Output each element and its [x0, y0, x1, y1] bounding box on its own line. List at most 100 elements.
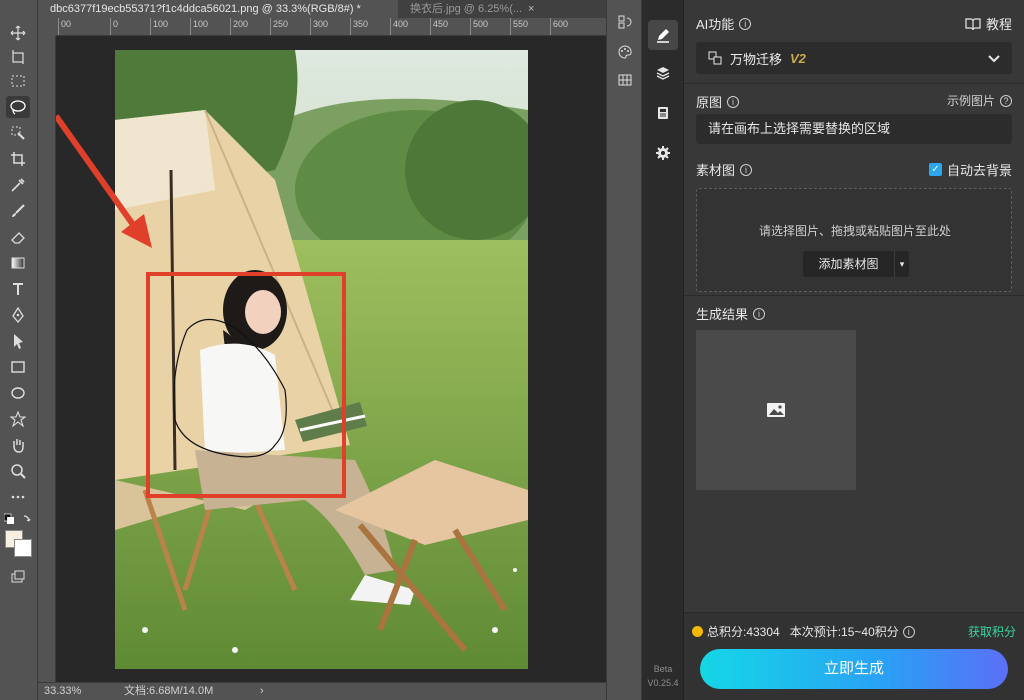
original-header: 原图 i: [696, 92, 740, 111]
type-tool-icon[interactable]: [6, 278, 30, 300]
version-label: V0.25.4: [647, 678, 679, 688]
estimated-cost: 本次预计:15~40积分: [789, 625, 899, 639]
material-drop-zone[interactable]: 请选择图片、拖拽或粘贴图片至此处 添加素材图 ▾: [696, 188, 1012, 292]
info-icon[interactable]: i: [902, 625, 915, 638]
canvas-area[interactable]: [56, 36, 600, 682]
zoom-level[interactable]: 33.33%: [44, 683, 81, 700]
ruler-tick: 250: [270, 18, 288, 35]
document-tabs: dbc6377f19ecb55371?f1c4ddca56021.png @ 3…: [38, 0, 606, 18]
ruler-tick: 500: [470, 18, 488, 35]
photoshop-window: dbc6377f19ecb55371?f1c4ddca56021.png @ 3…: [0, 0, 1024, 700]
gradient-tool-icon[interactable]: [6, 252, 30, 274]
eyedropper-tool-icon[interactable]: [6, 174, 30, 196]
ruler-tick: 600: [550, 18, 568, 35]
tools-panel: [0, 0, 38, 700]
help-icon[interactable]: ?: [1000, 94, 1012, 107]
move-tool-icon[interactable]: [6, 22, 30, 44]
selected-function: 万物迁移: [730, 51, 783, 67]
settings-gear-icon[interactable]: [648, 138, 678, 168]
auto-remove-bg-toggle[interactable]: ✓ 自动去背景: [928, 160, 1012, 179]
info-icon[interactable]: i: [753, 307, 766, 320]
quick-select-tool-icon[interactable]: [6, 122, 30, 144]
crop-tool-icon[interactable]: [6, 148, 30, 170]
ruler-tick: 100: [190, 18, 208, 35]
chevron-down-icon: [988, 51, 1000, 66]
tab-document-1[interactable]: dbc6377f19ecb55371?f1c4ddca56021.png @ 3…: [38, 0, 398, 18]
marquee-tool-icon[interactable]: [6, 70, 30, 92]
version-badge: V2: [790, 50, 806, 66]
screen-mode-icon[interactable]: [6, 566, 30, 588]
color-palette-icon[interactable]: [615, 42, 635, 62]
close-tab-icon[interactable]: ×: [528, 0, 534, 18]
material-label: 素材图: [696, 163, 736, 178]
selection-field[interactable]: 请在画布上选择需要替换的区域: [696, 114, 1012, 144]
get-points-link[interactable]: 获取积分: [968, 623, 1016, 640]
ai-function-header: AI功能 i: [696, 14, 752, 33]
info-icon[interactable]: i: [727, 95, 740, 108]
ruler-tick: 00: [58, 18, 71, 35]
ruler-tick: 200: [230, 18, 248, 35]
eraser-tool-icon[interactable]: [6, 226, 30, 248]
artboard-tool-icon[interactable]: [6, 46, 30, 68]
ellipse-tool-icon[interactable]: [6, 382, 30, 404]
coin-icon: [692, 626, 703, 637]
result-preview[interactable]: [696, 330, 856, 490]
status-bar: 33.33% 文档:6.68M/14.0M ›: [38, 682, 606, 700]
tutorial-link[interactable]: 教程: [965, 14, 1012, 33]
brush-tool-icon[interactable]: [6, 200, 30, 222]
tutorial-label: 教程: [985, 17, 1012, 32]
custom-shape-tool-icon[interactable]: [6, 408, 30, 430]
color-swatches[interactable]: [5, 530, 33, 558]
add-material-button[interactable]: 添加素材图 ▾: [803, 251, 909, 277]
path-select-tool-icon[interactable]: [6, 330, 30, 352]
swap-colors-icon[interactable]: [3, 512, 34, 526]
total-points: 总积分:43304: [707, 625, 780, 639]
ai-function-section: AI功能 i 教程 万物迁移 V2: [684, 0, 1024, 84]
book-icon: [965, 17, 981, 30]
checkbox-checked-icon[interactable]: ✓: [928, 163, 942, 176]
zoom-tool-icon[interactable]: [6, 460, 30, 482]
generate-button[interactable]: 立即生成: [700, 649, 1008, 689]
status-menu-arrow[interactable]: ›: [260, 683, 264, 700]
result-label: 生成结果: [696, 307, 749, 322]
document-photo[interactable]: [115, 50, 528, 669]
pen-tool-icon[interactable]: [6, 304, 30, 326]
ai-function-label: AI功能: [696, 17, 735, 32]
info-icon[interactable]: i: [739, 17, 752, 30]
drop-hint: 请选择图片、拖拽或粘贴图片至此处: [758, 224, 951, 238]
ruler-tick: 550: [510, 18, 528, 35]
history-icon[interactable]: [615, 12, 635, 32]
ai-function-select[interactable]: 万物迁移 V2: [696, 42, 1012, 74]
add-material-label: 添加素材图: [803, 251, 895, 277]
chevron-down-icon[interactable]: ▾: [895, 251, 909, 277]
ruler-tick: 0: [110, 18, 118, 35]
rectangle-tool-icon[interactable]: [6, 356, 30, 378]
info-icon[interactable]: i: [740, 163, 753, 176]
edit-pen-icon[interactable]: [648, 20, 678, 50]
red-arrow-annotation: [56, 114, 152, 248]
hand-tool-icon[interactable]: [6, 434, 30, 456]
tab-document-2[interactable]: 换衣后.jpg @ 6.25%(... ×: [398, 0, 598, 18]
ai-plugin-panel: AI功能 i 教程 万物迁移 V2 原图 i 示例图片 ? 请在画布上选择需要替…: [684, 0, 1024, 700]
ruler-tick: 450: [430, 18, 448, 35]
save-icon[interactable]: [648, 98, 678, 128]
material-header: 素材图 i: [696, 160, 753, 179]
tab-label: dbc6377f19ecb55371?f1c4ddca56021.png @ 3…: [50, 3, 361, 15]
swatches-grid-icon[interactable]: [615, 70, 635, 90]
ruler-corner: [38, 18, 56, 36]
plugin-nav: Beta V0.25.4: [642, 0, 684, 700]
lasso-tool-icon[interactable]: [6, 96, 30, 118]
layers-icon[interactable]: [648, 58, 678, 88]
image-placeholder-icon: [767, 403, 785, 417]
background-color[interactable]: [14, 539, 32, 557]
camping-photo-illustration: [115, 50, 528, 669]
ruler-tick: 400: [390, 18, 408, 35]
example-images-link[interactable]: 示例图片 ?: [947, 92, 1012, 109]
auto-remove-bg-label: 自动去背景: [946, 163, 1012, 178]
collapsed-panels: [606, 0, 642, 700]
points-info: 总积分:43304 本次预计:15~40积分 i: [692, 623, 915, 640]
more-tools-icon[interactable]: [6, 486, 30, 508]
horizontal-ruler: 00 0 100 100 200 250 300 350 400 450 500…: [56, 18, 606, 36]
vertical-ruler: [38, 36, 56, 682]
document-size: 文档:6.68M/14.0M: [124, 685, 214, 697]
